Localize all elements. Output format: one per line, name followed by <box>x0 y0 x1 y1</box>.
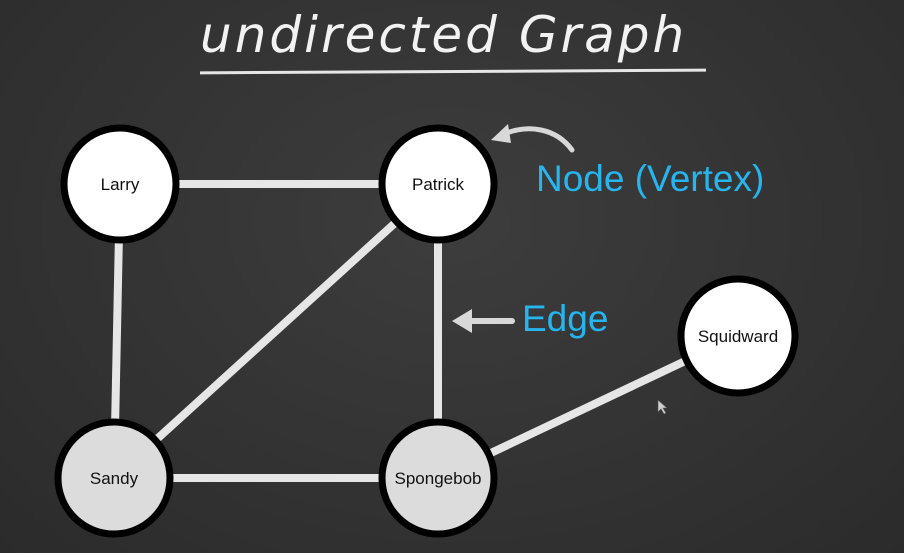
node-label-larry: Larry <box>101 175 140 194</box>
node-label-spongebob: Spongebob <box>395 469 482 488</box>
node-squidward: Squidward <box>677 275 799 397</box>
edge-patrick-sandy <box>111 181 441 481</box>
node-patrick: Patrick <box>378 124 498 244</box>
node-sandy: Sandy <box>54 418 174 538</box>
cursor-icon <box>657 399 668 415</box>
edge-pointer-arrow-icon <box>452 309 515 333</box>
graph-diagram: Larry Patrick Sandy Spongebob Squidward <box>54 124 799 538</box>
node-larry: Larry <box>60 124 180 244</box>
node-annotation: Node (Vertex) <box>536 158 765 199</box>
node-label-patrick: Patrick <box>412 175 464 194</box>
chalkboard: undirected Graph Larry Patrick Sandy Sponge… <box>0 0 904 553</box>
node-pointer-arrow-icon <box>491 124 575 153</box>
node-label-sandy: Sandy <box>90 469 139 488</box>
node-label-squidward: Squidward <box>698 327 778 346</box>
node-spongebob: Spongebob <box>378 418 498 538</box>
edge-annotation: Edge <box>522 298 609 339</box>
